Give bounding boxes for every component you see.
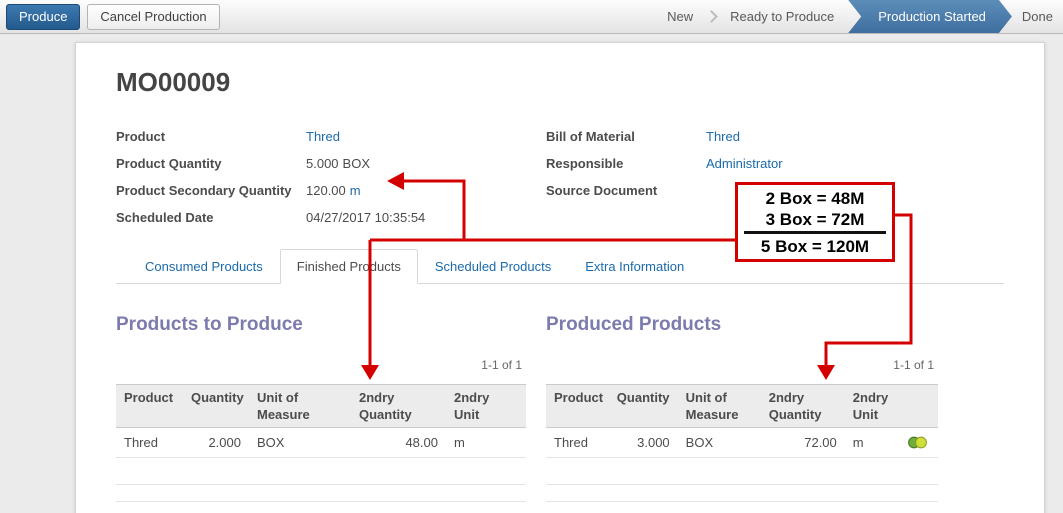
annotation-line-2: 3 Box = 72M [766, 209, 865, 230]
annotation-line-1: 2 Box = 48M [766, 188, 865, 209]
field-row-secondary-quantity: Product Secondary Quantity 120.00 m [116, 177, 546, 204]
annotation-box: 2 Box = 48M 3 Box = 72M 5 Box = 120M [735, 182, 895, 262]
cell-2ndry-unit: m [446, 428, 526, 458]
responsible-label: Responsible [546, 156, 706, 171]
tab-consumed-products[interactable]: Consumed Products [128, 249, 280, 284]
product-value-link[interactable]: Thred [306, 129, 340, 144]
annotation-sum-divider [744, 231, 886, 234]
column-header-2ndry-quantity[interactable]: 2ndry Quantity [351, 385, 446, 428]
tab-scheduled-products[interactable]: Scheduled Products [418, 249, 568, 284]
secondary-quantity-value: 120.00 [306, 183, 346, 198]
product-quantity-value: 5.000 [306, 156, 339, 171]
cell-uom: BOX [678, 428, 761, 458]
tab-extra-information[interactable]: Extra Information [568, 249, 701, 284]
tab-finished-products[interactable]: Finished Products [280, 249, 418, 284]
empty-row [116, 485, 526, 502]
annotation-line-3: 5 Box = 120M [761, 236, 869, 257]
products-to-produce-table: Product Quantity Unit of Measure 2ndry Q… [116, 384, 526, 513]
products-to-produce-pager[interactable]: 1-1 of 1 [116, 358, 522, 372]
status-production-started[interactable]: Production Started [848, 0, 1012, 33]
topbar: Produce Cancel Production New Ready to P… [0, 0, 1063, 34]
table-header-row: Product Quantity Unit of Measure 2ndry Q… [546, 385, 938, 428]
column-header-2ndry-quantity[interactable]: 2ndry Quantity [761, 385, 845, 428]
status-ready-to-produce[interactable]: Ready to Produce [720, 9, 844, 24]
cell-2ndry-quantity: 48.00 [351, 428, 446, 458]
responsible-value-link[interactable]: Administrator [706, 156, 783, 171]
statusbar: New Ready to Produce Production Started … [657, 0, 1063, 33]
empty-row [116, 502, 526, 513]
column-header-product[interactable]: Product [116, 385, 183, 428]
column-header-product[interactable]: Product [546, 385, 609, 428]
field-row-bill-of-material: Bill of Material Thred [546, 123, 1004, 150]
cell-quantity: 3.000 [609, 428, 678, 458]
column-header-2ndry-unit[interactable]: 2ndry Unit [446, 385, 526, 428]
produced-products-pager[interactable]: 1-1 of 1 [546, 358, 934, 372]
produced-products-table: Product Quantity Unit of Measure 2ndry Q… [546, 384, 938, 513]
field-row-scheduled-date: Scheduled Date 04/27/2017 10:35:54 [116, 204, 546, 231]
cell-quantity: 2.000 [183, 428, 249, 458]
produced-products-section: Produced Products 1-1 of 1 Product Quant… [546, 314, 938, 513]
produce-button[interactable]: Produce [6, 4, 80, 30]
field-row-product: Product Thred [116, 123, 546, 150]
produce-record-icon[interactable] [908, 436, 927, 449]
produced-products-title: Produced Products [546, 314, 938, 336]
column-header-quantity[interactable]: Quantity [183, 385, 249, 428]
scheduled-date-value: 04/27/2017 10:35:54 [306, 210, 425, 225]
empty-row [546, 458, 938, 485]
cell-uom: BOX [249, 428, 351, 458]
column-header-uom[interactable]: Unit of Measure [249, 385, 351, 428]
cell-product: Thred [546, 428, 609, 458]
table-row[interactable]: Thred 2.000 BOX 48.00 m [116, 428, 526, 458]
cell-action [900, 428, 938, 458]
column-header-2ndry-unit[interactable]: 2ndry Unit [845, 385, 901, 428]
empty-row [546, 502, 938, 513]
column-header-action [900, 385, 938, 428]
table-row[interactable]: Thred 3.000 BOX 72.00 m [546, 428, 938, 458]
status-new[interactable]: New [657, 9, 703, 24]
column-header-quantity[interactable]: Quantity [609, 385, 678, 428]
secondary-quantity-label: Product Secondary Quantity [116, 183, 306, 198]
cell-2ndry-unit: m [845, 428, 901, 458]
cell-2ndry-quantity: 72.00 [761, 428, 845, 458]
cancel-production-button[interactable]: Cancel Production [87, 4, 219, 30]
field-row-product-quantity: Product Quantity 5.000 BOX [116, 150, 546, 177]
empty-row [546, 485, 938, 502]
page-title: MO00009 [116, 67, 1004, 97]
products-to-produce-title: Products to Produce [116, 314, 526, 336]
source-document-label: Source Document [546, 183, 706, 198]
cell-product: Thred [116, 428, 183, 458]
product-label: Product [116, 129, 306, 144]
chevron-right-icon [705, 10, 718, 23]
empty-row [116, 458, 526, 485]
secondary-quantity-unit[interactable]: m [350, 183, 361, 198]
product-quantity-unit: BOX [343, 156, 370, 171]
products-to-produce-section: Products to Produce 1-1 of 1 Product Qua… [116, 314, 526, 513]
field-row-responsible: Responsible Administrator [546, 150, 1004, 177]
bill-of-material-label: Bill of Material [546, 129, 706, 144]
scheduled-date-label: Scheduled Date [116, 210, 306, 225]
manufacturing-order-sheet: MO00009 Product Thred Product Quantity 5… [75, 42, 1045, 513]
table-header-row: Product Quantity Unit of Measure 2ndry Q… [116, 385, 526, 428]
status-done[interactable]: Done [1012, 9, 1063, 24]
bill-of-material-value-link[interactable]: Thred [706, 129, 740, 144]
column-header-uom[interactable]: Unit of Measure [678, 385, 761, 428]
product-quantity-label: Product Quantity [116, 156, 306, 171]
